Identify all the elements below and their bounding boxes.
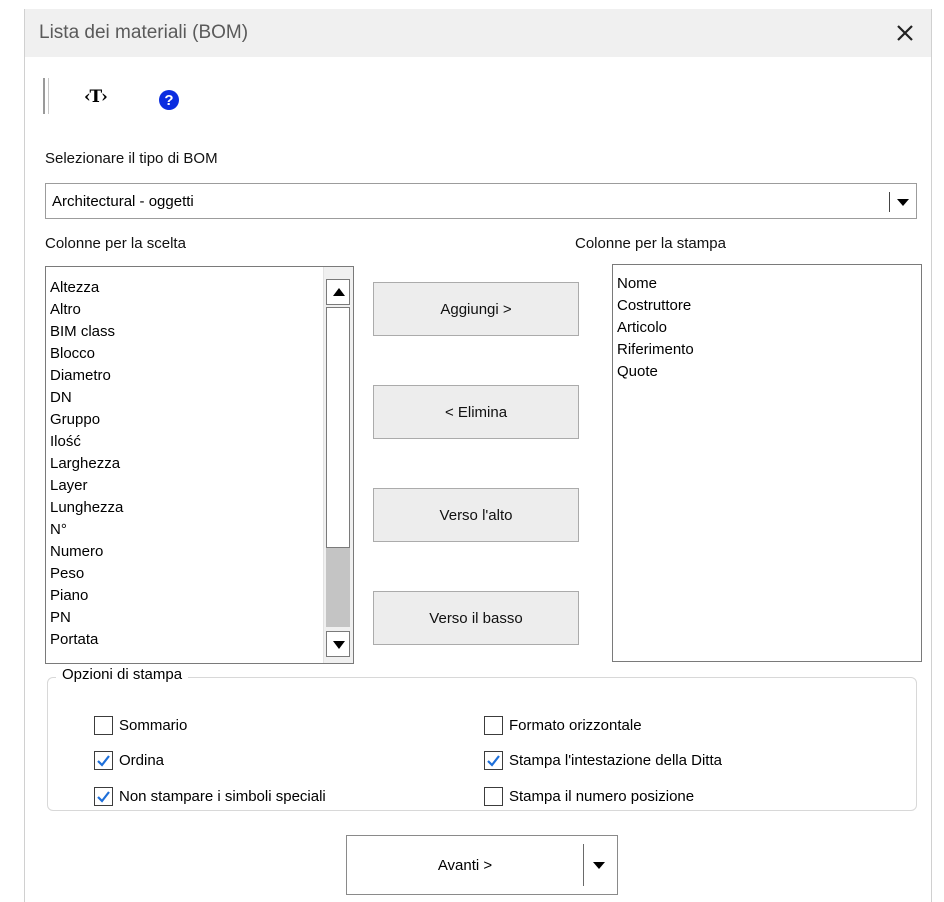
scroll-track-remainder[interactable] <box>326 548 350 627</box>
arrow-up-icon <box>333 288 345 296</box>
scroll-thumb[interactable] <box>326 307 350 548</box>
next-split-button[interactable]: Avanti > <box>346 835 618 895</box>
chevron-down-icon[interactable] <box>897 199 909 206</box>
list-item[interactable]: DN <box>46 387 123 409</box>
print-columns-items: Nome Costruttore Articolo Riferimento Qu… <box>613 273 694 383</box>
option-label: Stampa l'intestazione della Ditta <box>509 752 722 769</box>
available-columns-label: Colonne per la scelta <box>45 235 186 252</box>
list-item[interactable]: Nome <box>613 273 694 295</box>
split-divider <box>583 844 584 886</box>
option-label: Formato orizzontale <box>509 717 642 734</box>
list-item[interactable]: Layer <box>46 475 123 497</box>
list-item[interactable]: Articolo <box>613 317 694 339</box>
checkbox-stampa-numero-posizione[interactable] <box>484 787 503 806</box>
window-title: Lista dei materiali (BOM) <box>39 22 249 43</box>
bom-type-label: Selezionare il tipo di BOM <box>45 150 218 167</box>
checkbox-non-stampare-simboli[interactable] <box>94 787 113 806</box>
checkbox-stampa-intestazione[interactable] <box>484 751 503 770</box>
list-item[interactable]: Piano <box>46 585 123 607</box>
list-item[interactable]: Peso <box>46 563 123 585</box>
scroll-track[interactable] <box>326 307 350 627</box>
scroll-up-button[interactable] <box>326 279 350 305</box>
bom-type-value: Architectural - oggetti <box>52 193 194 210</box>
option-stampa-intestazione[interactable]: Stampa l'intestazione della Ditta <box>484 751 722 770</box>
print-options-group: Opzioni di stampa Sommario Formato orizz… <box>47 666 917 811</box>
list-item[interactable]: Gruppo <box>46 409 123 431</box>
close-button[interactable] <box>891 19 919 47</box>
help-icon[interactable]: ? <box>159 90 179 110</box>
list-item[interactable]: Diametro <box>46 365 123 387</box>
move-up-button[interactable]: Verso l'alto <box>373 488 579 542</box>
option-label: Sommario <box>119 717 188 734</box>
list-item[interactable]: Riferimento <box>613 339 694 361</box>
next-button[interactable]: Avanti > <box>347 836 583 894</box>
text-tag-icon[interactable]: ‹T› <box>84 87 108 107</box>
list-item[interactable]: PN <box>46 607 123 629</box>
available-columns-items: Altezza Altro BIM class Blocco Diametro … <box>46 277 123 651</box>
list-item[interactable]: Altro <box>46 299 123 321</box>
list-item[interactable]: Larghezza <box>46 453 123 475</box>
list-item[interactable]: Lunghezza <box>46 497 123 519</box>
print-columns-label: Colonne per la stampa <box>575 235 726 252</box>
list-item[interactable]: Blocco <box>46 343 123 365</box>
close-icon <box>897 25 913 41</box>
option-stampa-numero-posizione[interactable]: Stampa il numero posizione <box>484 787 694 806</box>
checkbox-ordina[interactable] <box>94 751 113 770</box>
list-item[interactable]: Portata <box>46 629 123 651</box>
remove-column-button[interactable]: < Elimina <box>373 385 579 439</box>
list-item[interactable]: Costruttore <box>613 295 694 317</box>
move-down-button[interactable]: Verso il basso <box>373 591 579 645</box>
list-item[interactable]: BIM class <box>46 321 123 343</box>
list-item[interactable]: N° <box>46 519 123 541</box>
list-item[interactable]: Ilość <box>46 431 123 453</box>
option-ordina[interactable]: Ordina <box>94 751 164 770</box>
check-icon <box>97 791 110 803</box>
option-sommario[interactable]: Sommario <box>94 716 187 735</box>
bom-type-select[interactable]: Architectural - oggetti <box>45 183 917 219</box>
check-icon <box>487 755 500 767</box>
option-non-stampare-simboli[interactable]: Non stampare i simboli speciali <box>94 787 326 806</box>
checkbox-formato-orizzontale[interactable] <box>484 716 503 735</box>
list-item[interactable]: Quote <box>613 361 694 383</box>
toolbar-grip-icon <box>43 78 49 114</box>
add-column-button[interactable]: Aggiungi > <box>373 282 579 336</box>
option-label: Stampa il numero posizione <box>509 788 695 805</box>
print-columns-list[interactable]: Nome Costruttore Articolo Riferimento Qu… <box>612 264 922 662</box>
list-item[interactable]: Altezza <box>46 277 123 299</box>
available-columns-scrollbar[interactable] <box>323 267 353 663</box>
combo-divider <box>889 192 890 212</box>
available-columns-list[interactable]: Altezza Altro BIM class Blocco Diametro … <box>45 266 354 664</box>
title-bar: Lista dei materiali (BOM) <box>25 9 931 57</box>
arrow-down-icon <box>333 641 345 649</box>
option-label: Ordina <box>119 752 165 769</box>
check-icon <box>97 755 110 767</box>
chevron-down-icon[interactable] <box>593 862 605 869</box>
scroll-down-button[interactable] <box>326 631 350 657</box>
print-options-title: Opzioni di stampa <box>56 666 189 683</box>
list-item[interactable]: Numero <box>46 541 123 563</box>
option-formato-orizzontale[interactable]: Formato orizzontale <box>484 716 642 735</box>
option-label: Non stampare i simboli speciali <box>119 788 326 805</box>
checkbox-sommario[interactable] <box>94 716 113 735</box>
bom-dialog: Lista dei materiali (BOM) ‹T› ? Selezion… <box>24 9 932 902</box>
